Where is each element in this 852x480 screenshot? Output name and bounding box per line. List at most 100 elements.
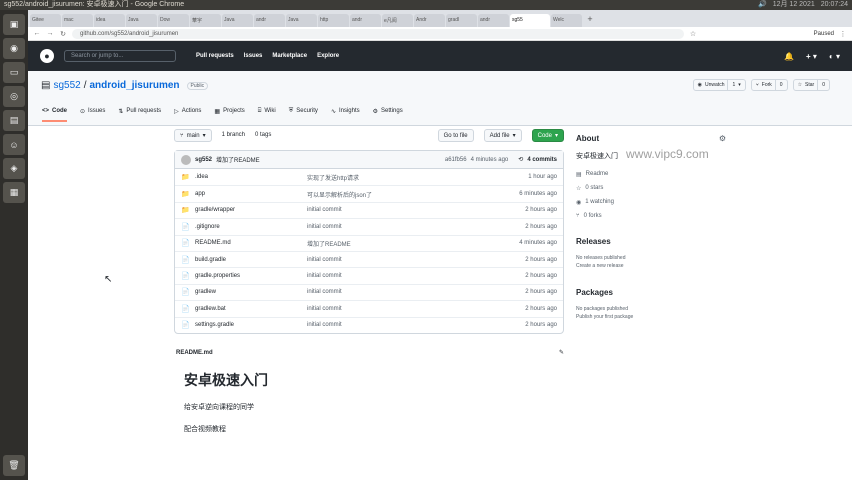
create-new-button[interactable]: + ▾ — [806, 52, 817, 61]
file-icon: 📄 — [181, 322, 190, 330]
nav-issues[interactable]: Issues — [244, 53, 263, 59]
file-commit-message[interactable]: initial commit — [307, 289, 497, 295]
browser-tab[interactable]: andr — [478, 14, 509, 27]
star-bookmark-icon[interactable]: ☆ — [689, 30, 697, 38]
avatar[interactable]: ◐ ▾ — [829, 52, 840, 61]
chrome-launcher-icon[interactable]: ◎ — [3, 86, 25, 107]
tab-pull-requests[interactable]: ⇅ Pull requests — [118, 108, 161, 122]
tab-insights[interactable]: ∿ Insights — [331, 108, 360, 122]
browser-tab[interactable]: Gitee — [30, 14, 61, 27]
commit-hash-link[interactable]: a61fb56 — [445, 157, 467, 163]
file-commit-message[interactable]: initial commit — [307, 257, 497, 263]
forward-icon[interactable]: → — [46, 30, 54, 37]
commits-link[interactable]: 4 commits — [527, 157, 557, 163]
bell-icon[interactable]: 🔔 — [784, 52, 794, 61]
browser-tab[interactable]: andr — [254, 14, 285, 27]
tab-projects[interactable]: ▦ Projects — [214, 108, 244, 122]
file-name-link[interactable]: README.md — [195, 240, 307, 246]
nav-marketplace[interactable]: Marketplace — [272, 53, 307, 59]
branch-select-button[interactable]: ⑂ main ▾ — [174, 128, 212, 142]
file-name-link[interactable]: gradlew.bat — [195, 306, 307, 312]
files-launcher-icon[interactable]: ▣ — [3, 14, 25, 35]
file-commit-message[interactable]: initial commit — [307, 224, 497, 230]
browser-tab[interactable]: gradl — [446, 14, 477, 27]
gear-icon[interactable]: ⚙ — [719, 134, 726, 143]
file-commit-message[interactable]: initial commit — [307, 207, 497, 213]
fork-button[interactable]: ⑂ Fork 0 — [750, 79, 788, 91]
reload-icon[interactable]: ↻ — [59, 30, 67, 38]
file-commit-message[interactable]: 实现了发送http请求 — [307, 173, 497, 182]
tab-actions[interactable]: ▷ Actions — [174, 108, 201, 122]
browser-tab[interactable]: 華宇 — [190, 14, 221, 27]
tab-security[interactable]: ⛨ Security — [289, 108, 318, 122]
add-file-button[interactable]: Add file ▾ — [483, 128, 522, 142]
file-name-link[interactable]: gradlew — [195, 289, 307, 295]
browser-tab[interactable]: andr — [350, 14, 381, 27]
file-name-link[interactable]: .gitignore — [195, 224, 307, 230]
star-button[interactable]: ☆ Star 0 — [792, 79, 830, 91]
trash-launcher-icon[interactable]: 🗑 — [3, 455, 25, 476]
forks-link[interactable]: ⑂ 0 forks — [576, 213, 726, 219]
branches-link[interactable]: 1 branch — [222, 132, 245, 138]
browser-tab[interactable]: Java — [222, 14, 253, 27]
browser-tab[interactable]: Java — [126, 14, 157, 27]
go-to-file-button[interactable]: Go to file — [437, 128, 474, 142]
menu-icon[interactable]: ⋮ — [839, 30, 847, 38]
user-launcher-icon[interactable]: ☺ — [3, 134, 25, 155]
tab-issues[interactable]: ⊙ Issues — [80, 108, 105, 122]
browser-tab[interactable]: Andr — [414, 14, 445, 27]
pencil-icon[interactable]: ✎ — [559, 349, 564, 356]
commit-author-link[interactable]: sg552 — [195, 157, 212, 163]
github-search-input[interactable]: Search or jump to... — [64, 50, 176, 62]
releases-heading[interactable]: Releases — [576, 237, 726, 246]
create-release-link[interactable]: Create a new release — [576, 262, 726, 270]
file-name-link[interactable]: gradle/wrapper — [195, 207, 307, 213]
code-button[interactable]: Code ▾ — [531, 128, 564, 142]
terminal-launcher-icon[interactable]: ▭ — [3, 62, 25, 83]
browser-tab[interactable]: sg55 — [510, 14, 550, 27]
browser-tab[interactable]: http — [318, 14, 349, 27]
file-commit-message[interactable]: initial commit — [307, 322, 497, 328]
drive-launcher-icon[interactable]: ▦ — [3, 182, 25, 203]
commit-message-link[interactable]: 增加了README — [216, 155, 260, 164]
tab-wiki[interactable]: ⌸ Wiki — [258, 108, 276, 122]
file-name-link[interactable]: .idea — [195, 174, 307, 180]
file-name-link[interactable]: settings.gradle — [195, 322, 307, 328]
browser-tab[interactable]: Dow — [158, 14, 189, 27]
browser-tab[interactable]: mac — [62, 14, 93, 27]
firefox-launcher-icon[interactable]: ◉ — [3, 38, 25, 59]
file-commit-message[interactable]: 增加了README — [307, 239, 497, 248]
nav-explore[interactable]: Explore — [317, 53, 339, 59]
writer-launcher-icon[interactable]: ▤ — [3, 110, 25, 131]
clock[interactable]: 20:07:24 — [821, 0, 848, 10]
stars-link[interactable]: ☆ 0 stars — [576, 185, 726, 192]
file-commit-message[interactable]: initial commit — [307, 273, 497, 279]
file-name-link[interactable]: build.gradle — [195, 257, 307, 263]
tab-settings[interactable]: ⚙ Settings — [373, 108, 403, 122]
file-name-link[interactable]: app — [195, 191, 307, 197]
github-logo-icon[interactable]: ● — [40, 49, 54, 63]
url-field[interactable]: github.com/sg552/android_jisurumen — [72, 28, 684, 39]
browser-tab[interactable]: Welc — [551, 14, 582, 27]
repo-owner-link[interactable]: sg552 — [53, 80, 80, 91]
new-tab-button[interactable]: + — [583, 14, 597, 27]
browser-tab[interactable]: Java — [286, 14, 317, 27]
file-commit-message[interactable]: initial commit — [307, 306, 497, 312]
tab-code[interactable]: <> Code — [42, 108, 68, 122]
back-icon[interactable]: ← — [33, 30, 41, 37]
publish-package-link[interactable]: Publish your first package — [576, 313, 726, 321]
browser-tab[interactable]: idea — [94, 14, 125, 27]
file-commit-message[interactable]: 可以显示解析后的json了 — [307, 190, 497, 199]
volume-icon[interactable]: 🔊 — [758, 0, 767, 10]
nav-pull-requests[interactable]: Pull requests — [196, 53, 234, 59]
packages-heading[interactable]: Packages — [576, 288, 726, 297]
unwatch-button[interactable]: ◉ Unwatch 1 ▾ — [692, 79, 746, 91]
watching-link[interactable]: ◉ 1 watching — [576, 199, 726, 206]
repo-name-link[interactable]: android_jisurumen — [89, 80, 179, 91]
browser-tab[interactable]: e凡阅 — [382, 14, 413, 27]
app-launcher-icon[interactable]: ◈ — [3, 158, 25, 179]
readme-link[interactable]: ▤ Readme — [576, 171, 726, 178]
tags-link[interactable]: 0 tags — [255, 132, 271, 138]
file-name-link[interactable]: gradle.properties — [195, 273, 307, 279]
profile-paused-button[interactable]: Paused — [814, 31, 834, 37]
